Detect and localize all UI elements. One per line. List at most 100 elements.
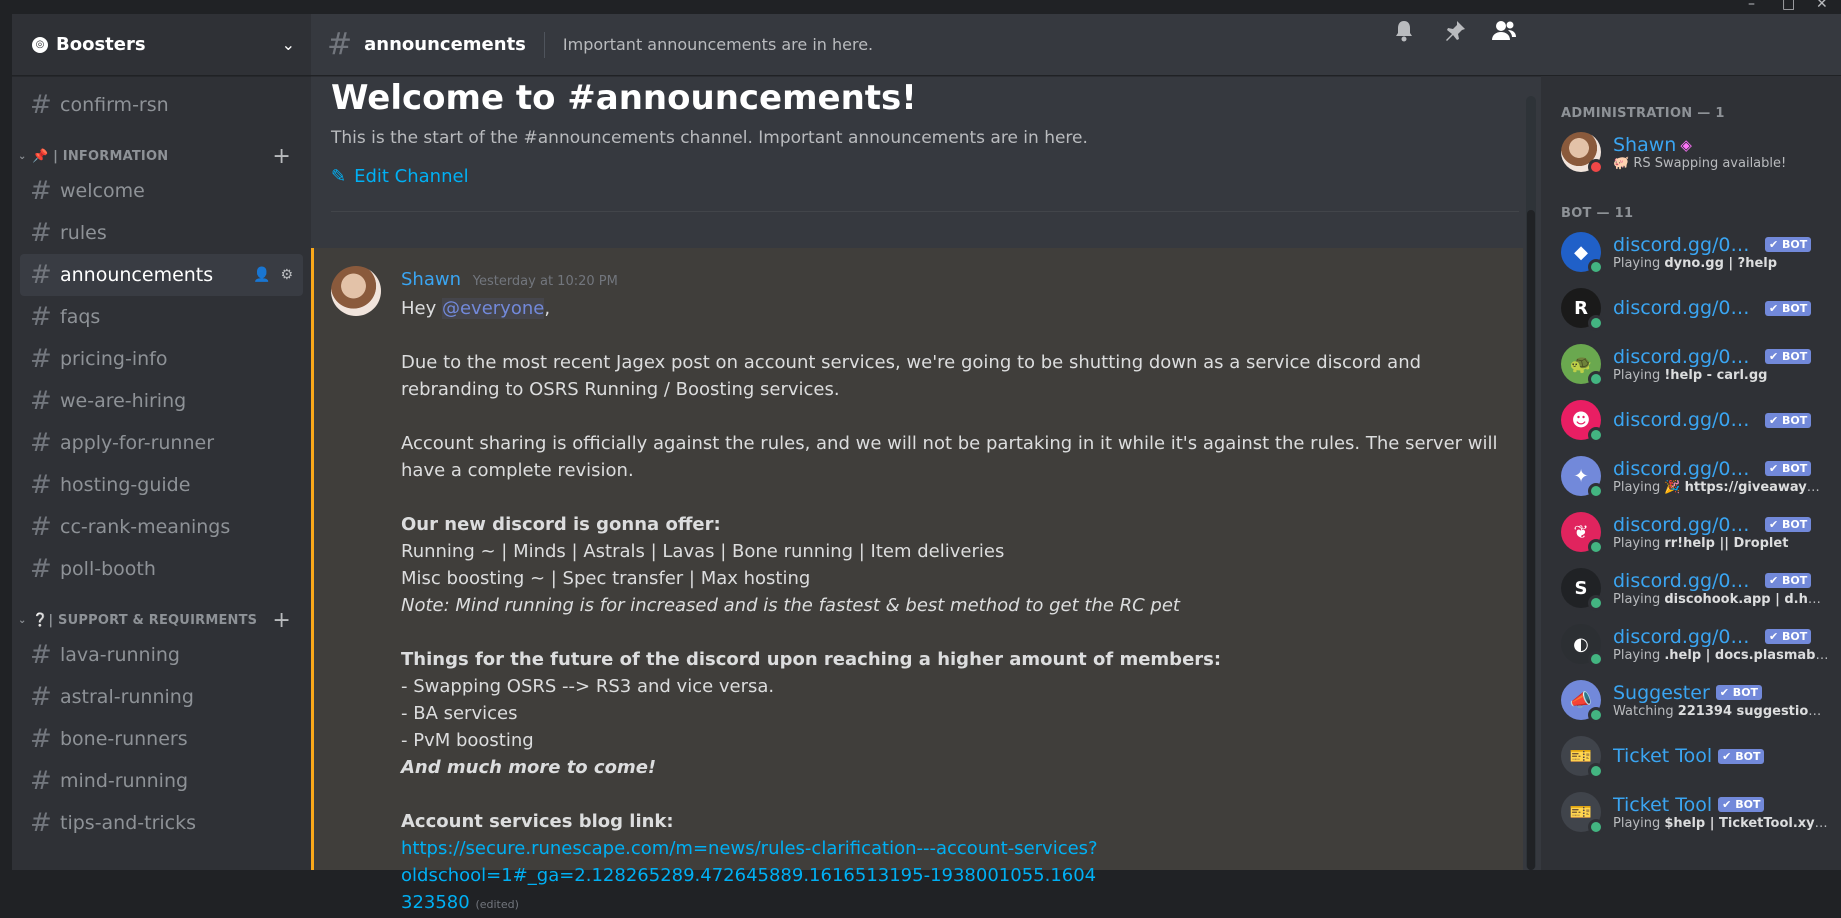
member-admin[interactable]: Shawn ◈ 🐖 RS Swapping available! [1541, 124, 1841, 180]
member-name: discord.gg/07s... [1613, 625, 1759, 648]
activity-prefix: Playing [1613, 535, 1665, 551]
future-line-2: - BA services [401, 703, 518, 724]
avatar-glyph: ◐ [1573, 633, 1589, 655]
avatar: S [1561, 568, 1604, 611]
member-bot[interactable]: 🐢 discord.gg/07s... ✔ BOT Playing !help - c… [1541, 336, 1841, 392]
welcome-subtitle: This is the start of the #announcements … [331, 128, 1088, 148]
locked-hash-icon: # [30, 724, 52, 754]
member-bot[interactable]: ◆ discord.gg/07s... ✔ BOT Playing dyno.gg |… [1541, 224, 1841, 280]
online-status-icon [1588, 651, 1604, 667]
edited-marker: (edited) [475, 898, 519, 911]
sidebar-item-cc-rank-meanings[interactable]: # cc-rank-meanings [20, 506, 303, 548]
add-channel-icon[interactable]: + [272, 144, 291, 169]
sidebar-item-pricing-info[interactable]: # pricing-info [20, 338, 303, 380]
sidebar-item-astral-running[interactable]: # astral-running [20, 676, 303, 718]
sidebar-item-tips-and-tricks[interactable]: # tips-and-tricks [20, 802, 303, 844]
server-header[interactable]: ◎ Boosters ⌄ [12, 14, 311, 76]
member-name: Ticket Tool [1613, 793, 1713, 816]
sidebar-item-apply-for-runner[interactable]: # apply-for-runner [20, 422, 303, 464]
member-bot[interactable]: 🎫 Ticket Tool ✔ BOT Playing $help | TicketT… [1541, 784, 1841, 840]
avatar-glyph: ☻ [1571, 409, 1591, 431]
online-status-icon [1588, 427, 1604, 443]
sidebar-item-confirm-rsn[interactable]: # confirm-rsn [20, 84, 303, 126]
avatar-glyph: ◆ [1574, 241, 1588, 263]
member-bot[interactable]: ☻ discord.gg/07s... ✔ BOT [1541, 392, 1841, 448]
online-status-icon [1588, 707, 1604, 723]
avatar-glyph: ✦ [1573, 465, 1589, 487]
greeting-suffix: , [544, 298, 551, 319]
member-bot[interactable]: ◐ discord.gg/07s... ✔ BOT Playing .help | d… [1541, 616, 1841, 672]
member-bot[interactable]: ❦ discord.gg/07s... ✔ BOT Playing rr!help |… [1541, 504, 1841, 560]
member-activity: Playing dyno.gg | ?help [1613, 256, 1829, 271]
sidebar-item-mind-running[interactable]: # mind-running [20, 760, 303, 802]
edit-channel-label: Edit Channel [354, 166, 469, 187]
hash-icon: # [30, 302, 52, 332]
avatar: 📣 [1561, 680, 1604, 723]
activity-prefix: Playing [1613, 255, 1665, 271]
sidebar-item-faqs[interactable]: # faqs [20, 296, 303, 338]
bot-tag: ✔ BOT [1765, 237, 1812, 252]
add-channel-icon[interactable]: + [272, 608, 291, 633]
sidebar-item-welcome[interactable]: # welcome [20, 170, 303, 212]
message-author[interactable]: Shawn [401, 269, 461, 290]
activity-prefix: Watching [1613, 703, 1678, 719]
avatar: ◆ [1561, 232, 1604, 275]
member-activity: Playing discohook.app | d.help [1613, 592, 1829, 607]
server-icon: ◎ [32, 36, 48, 53]
invite-icon[interactable]: 👤 [253, 267, 270, 283]
close-button[interactable]: ✕ [1816, 0, 1828, 12]
gear-icon[interactable]: ⚙ [280, 267, 293, 283]
channel-label: pricing-info [60, 348, 168, 370]
avatar [1561, 132, 1604, 175]
everyone-mention[interactable]: @everyone [441, 298, 545, 319]
member-bot[interactable]: 🎫 Ticket Tool ✔ BOT [1541, 728, 1841, 784]
sidebar-item-we-are-hiring[interactable]: # we-are-hiring [20, 380, 303, 422]
hash-icon: # [30, 260, 52, 290]
sidebar-item-announcements[interactable]: # announcements 👤 ⚙ [20, 254, 303, 296]
hash-icon: # [30, 344, 52, 374]
sidebar-item-lava-running[interactable]: # lava-running [20, 634, 303, 676]
member-bot[interactable]: 📣 Suggester ✔ BOT Watching 221394 suggestio… [1541, 672, 1841, 728]
sidebar-item-hosting-guide[interactable]: # hosting-guide [20, 464, 303, 506]
channel-topic[interactable]: Important announcements are in here. [563, 35, 873, 54]
online-status-icon [1588, 483, 1604, 499]
member-name: discord.gg/07s... [1613, 457, 1759, 480]
chevron-down-icon[interactable]: ⌄ [282, 35, 295, 54]
channel-label: we-are-hiring [60, 390, 187, 412]
scrollbar-thumb[interactable] [1527, 210, 1535, 870]
pin-icon[interactable] [1443, 19, 1467, 49]
bot-tag: ✔ BOT [1765, 412, 1812, 428]
channel-label: astral-running [60, 686, 194, 708]
future-line-3: - PvM boosting [401, 730, 534, 751]
member-name: discord.gg/07s... [1613, 297, 1759, 319]
window-titlebar: – □ ✕ [0, 0, 1841, 14]
edit-channel-button[interactable]: ✎ Edit Channel [331, 166, 469, 187]
member-name: discord.gg/07s... [1613, 345, 1759, 368]
category-header[interactable]: ⌄ ❔| SUPPORT & REQUIRMENTS + [12, 590, 311, 634]
member-bot[interactable]: Rdiscord.gg/07s... ✔ BOT [1541, 280, 1841, 336]
chat-area: # announcements Important announcements … [311, 14, 1541, 913]
locked-hash-icon: # [30, 682, 52, 712]
channel-list: # confirm-rsn ⌄ 📌 | INFORMATION + # welcome # ru… [12, 76, 311, 844]
maximize-button[interactable]: □ [1782, 0, 1795, 12]
activity-prefix: Playing [1613, 367, 1665, 383]
member-bot[interactable]: ✦ discord.gg/07s... ✔ BOT Playing 🎉 https:/… [1541, 448, 1841, 504]
avatar: ❦ [1561, 512, 1604, 555]
avatar: R [1561, 288, 1604, 331]
bell-icon[interactable] [1393, 19, 1415, 49]
member-activity: Playing 🎉 https://giveawayb... [1613, 480, 1829, 495]
avatar[interactable] [331, 266, 381, 316]
channel-sidebar: ◎ Boosters ⌄ # confirm-rsn ⌄ 📌 | INFORMATIO… [12, 14, 311, 870]
bot-tag: ✔ BOT [1765, 461, 1812, 476]
minimize-button[interactable]: – [1748, 0, 1755, 12]
sidebar-item-poll-booth[interactable]: # poll-booth [20, 548, 303, 590]
avatar: ◐ [1561, 624, 1604, 667]
bot-list: ◆ discord.gg/07s... ✔ BOT Playing dyno.gg |… [1541, 224, 1841, 840]
category-header[interactable]: ⌄ 📌 | INFORMATION + [12, 126, 311, 170]
members-icon[interactable] [1491, 19, 1517, 49]
member-bot[interactable]: Sdiscord.gg/07s... ✔ BOT Playing discohook… [1541, 560, 1841, 616]
online-status-icon [1588, 539, 1604, 555]
message-item[interactable]: Shawn Yesterday at 10:20 PM Hey @everyon… [311, 248, 1523, 913]
sidebar-item-rules[interactable]: # rules [20, 212, 303, 254]
sidebar-item-bone-runners[interactable]: # bone-runners [20, 718, 303, 760]
